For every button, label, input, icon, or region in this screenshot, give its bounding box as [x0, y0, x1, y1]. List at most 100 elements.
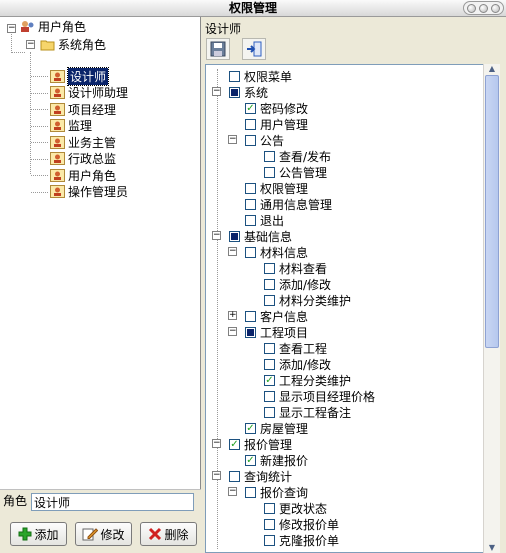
checkbox[interactable]: [245, 118, 256, 130]
add-button[interactable]: 添加: [10, 522, 67, 546]
role-item[interactable]: 操作管理员: [50, 184, 128, 200]
role-item[interactable]: 行政总监: [50, 151, 116, 167]
checkbox[interactable]: [264, 262, 275, 274]
role-item[interactable]: 设计师: [50, 66, 110, 86]
expand-icon[interactable]: +: [228, 311, 237, 320]
vertical-scrollbar[interactable]: ▲ ▼: [483, 64, 500, 553]
checkbox[interactable]: [229, 70, 240, 82]
permission-item[interactable]: 添加/修改: [264, 356, 331, 372]
collapse-icon[interactable]: −: [228, 135, 237, 144]
checkbox[interactable]: [245, 214, 256, 226]
permission-item[interactable]: 显示项目经理价格: [264, 388, 375, 404]
permission-item[interactable]: 克隆报价单: [264, 532, 339, 548]
role-item[interactable]: 项目经理: [50, 101, 116, 117]
window-controls: [463, 1, 504, 15]
import-button[interactable]: [242, 38, 266, 60]
permission-item[interactable]: ✓ 密码修改: [245, 100, 308, 116]
permission-item[interactable]: 权限菜单: [229, 68, 292, 84]
permission-item[interactable]: 工程项目: [245, 324, 308, 340]
permission-item[interactable]: 材料查看: [264, 260, 327, 276]
permission-item[interactable]: 报价查询: [245, 484, 308, 500]
collapse-icon[interactable]: −: [212, 471, 221, 480]
scroll-thumb[interactable]: [485, 75, 499, 348]
minimize-button[interactable]: [467, 3, 476, 13]
scroll-down-icon[interactable]: ▼: [484, 543, 500, 553]
checkbox[interactable]: [245, 198, 256, 210]
checkbox[interactable]: [245, 486, 256, 498]
permission-item[interactable]: 客户信息: [245, 308, 308, 324]
collapse-icon[interactable]: −: [212, 87, 221, 96]
permission-label: 克隆报价单: [279, 533, 340, 548]
checkbox[interactable]: [245, 246, 256, 258]
close-button[interactable]: [491, 3, 500, 13]
permission-item[interactable]: 通用信息管理: [245, 196, 332, 212]
permission-item[interactable]: 系统: [229, 84, 268, 100]
checkbox[interactable]: [264, 342, 275, 354]
tree-root[interactable]: 用户角色: [20, 18, 86, 34]
role-item[interactable]: 业务主管: [50, 134, 116, 150]
checkbox[interactable]: [229, 86, 240, 98]
permission-item[interactable]: 材料信息: [245, 244, 308, 260]
permission-window: 权限管理 − 用户角色 − 系统角色 设计师 设计师助理 项目经理 监理 业务主管 行政总…: [0, 0, 506, 553]
checkbox[interactable]: [264, 502, 275, 514]
permission-item[interactable]: 查看工程: [264, 340, 327, 356]
permission-item[interactable]: 公告管理: [264, 164, 327, 180]
checkbox[interactable]: [229, 230, 240, 242]
permission-item[interactable]: ✓ 房屋管理: [245, 420, 308, 436]
checkbox[interactable]: [264, 518, 275, 530]
permission-item[interactable]: ✓ 新建报价: [245, 452, 308, 468]
checkbox[interactable]: [264, 534, 275, 546]
save-button[interactable]: [206, 38, 230, 60]
permission-item[interactable]: 基础信息: [229, 228, 292, 244]
checkbox[interactable]: [229, 470, 240, 482]
permission-item[interactable]: 权限管理: [245, 180, 308, 196]
delete-button[interactable]: 删除: [140, 522, 197, 546]
checkbox-checked-icon[interactable]: ✓: [264, 374, 275, 386]
tree-folder[interactable]: 系统角色: [40, 36, 106, 52]
checkbox[interactable]: [245, 326, 256, 338]
permission-item[interactable]: 材料分类维护: [264, 292, 351, 308]
checkbox[interactable]: [264, 390, 275, 402]
collapse-icon[interactable]: −: [228, 247, 237, 256]
role-item[interactable]: 用户角色: [50, 167, 116, 183]
collapse-icon[interactable]: −: [212, 231, 221, 240]
checkbox-checked-icon[interactable]: ✓: [245, 454, 256, 466]
permission-item[interactable]: 显示工程备注: [264, 404, 351, 420]
scroll-up-icon[interactable]: ▲: [484, 64, 500, 74]
checkbox[interactable]: [264, 166, 275, 178]
permission-item[interactable]: 修改报价单: [264, 516, 339, 532]
checkbox[interactable]: [264, 358, 275, 370]
maximize-button[interactable]: [479, 3, 488, 13]
checkbox-checked-icon[interactable]: ✓: [229, 438, 240, 450]
checkbox[interactable]: [264, 278, 275, 290]
role-name-input[interactable]: [31, 493, 194, 511]
collapse-icon[interactable]: −: [228, 327, 237, 336]
checkbox[interactable]: [245, 134, 256, 146]
checkbox[interactable]: [264, 294, 275, 306]
permission-label: 查询统计: [244, 469, 293, 484]
role-item[interactable]: 监理: [50, 118, 92, 134]
role-icon: [50, 119, 65, 132]
checkbox-checked-icon[interactable]: ✓: [245, 422, 256, 434]
collapse-root-icon[interactable]: −: [7, 24, 16, 33]
permission-item[interactable]: ✓ 报价管理: [229, 436, 292, 452]
permission-label: 材料信息: [260, 245, 309, 260]
permission-item[interactable]: 公告: [245, 132, 284, 148]
edit-button[interactable]: 修改: [75, 522, 132, 546]
role-item[interactable]: 设计师助理: [50, 85, 128, 101]
permission-item[interactable]: 添加/修改: [264, 276, 331, 292]
checkbox[interactable]: [245, 310, 256, 322]
checkbox[interactable]: [245, 182, 256, 194]
collapse-folder-icon[interactable]: −: [26, 40, 35, 49]
collapse-icon[interactable]: −: [212, 439, 221, 448]
checkbox-checked-icon[interactable]: ✓: [245, 102, 256, 114]
permission-item[interactable]: 用户管理: [245, 116, 308, 132]
permission-item[interactable]: ✓ 工程分类维护: [264, 372, 351, 388]
checkbox[interactable]: [264, 150, 275, 162]
checkbox[interactable]: [264, 406, 275, 418]
permission-item[interactable]: 查看/发布: [264, 148, 331, 164]
permission-item[interactable]: 查询统计: [229, 468, 292, 484]
permission-item[interactable]: 退出: [245, 212, 284, 228]
collapse-icon[interactable]: −: [228, 487, 237, 496]
permission-item[interactable]: 更改状态: [264, 500, 327, 516]
